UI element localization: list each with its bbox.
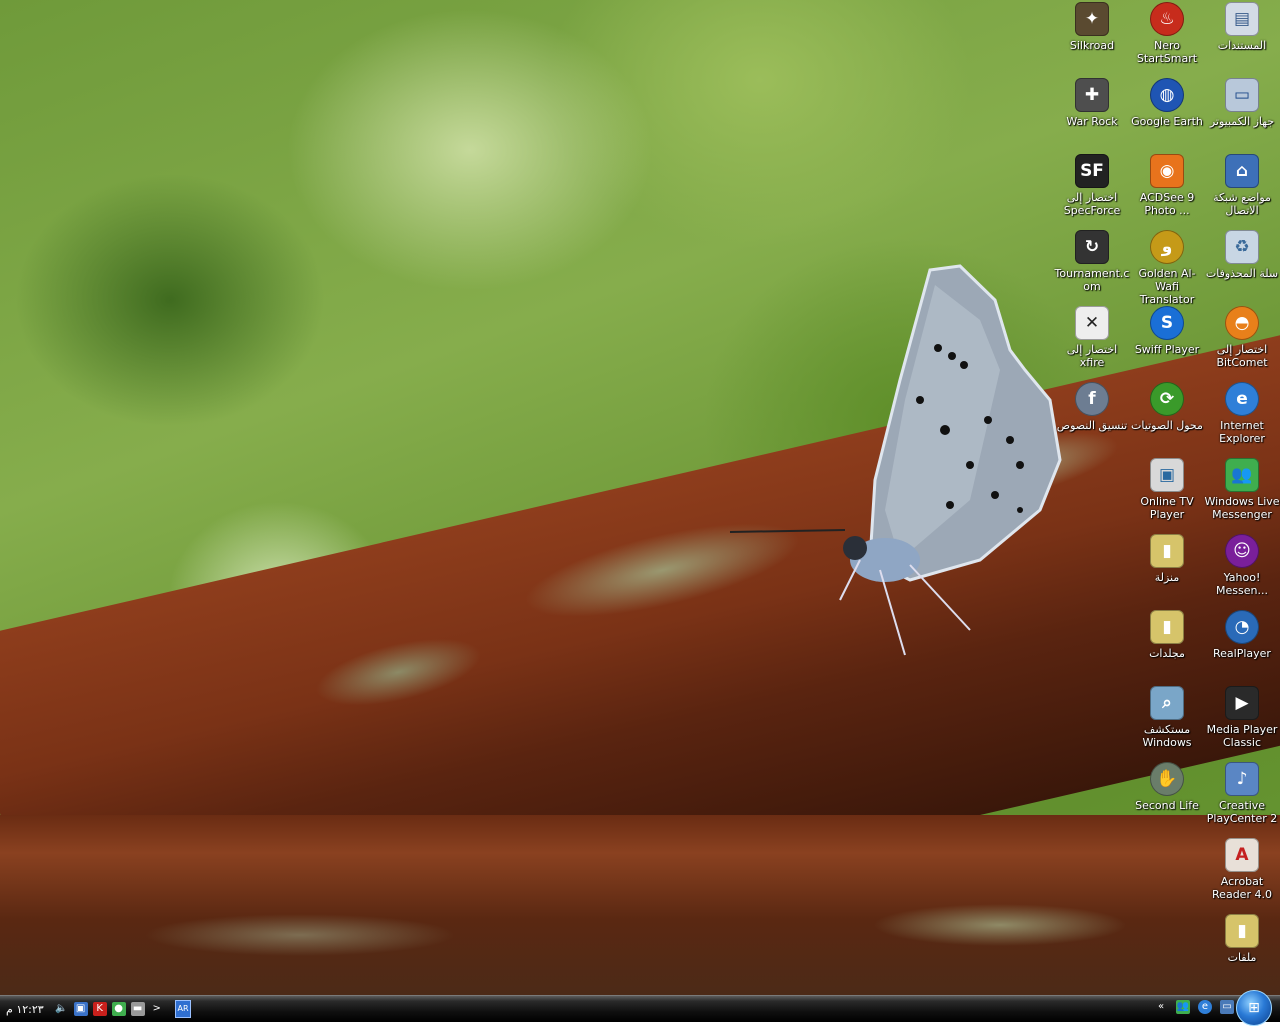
desktop-icon-internet-explorer[interactable]: e Internet Explorer: [1204, 382, 1280, 445]
desktop-icon-network[interactable]: ⌂ مواضع شبكة الاتصال: [1204, 154, 1280, 217]
desktop-icon-media-player-classic[interactable]: ▶ Media Player Classic: [1204, 686, 1280, 749]
computer-icon: ▭: [1225, 78, 1259, 112]
desktop-icon-acdsee[interactable]: ◉ ACDSee 9 Photo ...: [1129, 154, 1205, 217]
desktop-icon-acrobat-reader[interactable]: A Acrobat Reader 4.0: [1204, 838, 1280, 901]
folder-icon: ▮: [1150, 534, 1184, 568]
desktop-icon-windows-live-messenger[interactable]: 👥 Windows Live Messenger: [1204, 458, 1280, 521]
film-icon: ▶: [1225, 686, 1259, 720]
butterfly-image: [729, 264, 1062, 656]
creative-player-icon: ♪: [1225, 762, 1259, 796]
folder-icon: ▮: [1150, 610, 1184, 644]
recycle-bin-icon: ♻: [1225, 230, 1259, 264]
speaker-icon[interactable]: 🔈: [55, 1002, 69, 1016]
desktop-icon-files[interactable]: ▮ ملفات: [1204, 914, 1280, 964]
camera-icon: ◉: [1150, 154, 1184, 188]
desktop-icon-swiff[interactable]: S Swiff Player: [1129, 306, 1205, 356]
desktop-icon-bitcomet[interactable]: ◓ اختصار إلى BitComet: [1204, 306, 1280, 369]
desktop-icon-silkroad[interactable]: ✦ Silkroad: [1054, 2, 1130, 52]
flash-icon: f: [1075, 382, 1109, 416]
desktop-icon-tournament[interactable]: ↻ Tournament.com: [1054, 230, 1130, 293]
desktop-icon-audio-converter[interactable]: ⟳ محول الصوتيات: [1129, 382, 1205, 432]
quick-launch: « 👥 e ▭: [1154, 1000, 1234, 1014]
desktop-icon-folders[interactable]: ▮ مجلدات: [1129, 610, 1205, 660]
documents-icon: ▤: [1225, 2, 1259, 36]
desktop-icon-my-computer[interactable]: ▭ جهاز الكمبيوتر: [1204, 78, 1280, 128]
realplayer-icon: ◔: [1225, 610, 1259, 644]
desktop-icon-manzila[interactable]: ▮ منزلة: [1129, 534, 1205, 584]
desktop-icon-specforce[interactable]: SF اختصار إلى SpecForce: [1054, 154, 1130, 217]
network-connection-icon[interactable]: ▣: [73, 1002, 88, 1016]
desktop-icon-creative-playcenter[interactable]: ♪ Creative PlayCenter 2: [1204, 762, 1280, 825]
xfire-icon: ✕: [1075, 306, 1109, 340]
desktop-icon-windows-explorer[interactable]: ⌕ مستكشف Windows: [1129, 686, 1205, 749]
clock[interactable]: ١٢:٢٣ م: [6, 1003, 44, 1016]
quick-launch-chevron-icon[interactable]: «: [1154, 1000, 1168, 1014]
recycle-arrows-icon: ⟳: [1150, 382, 1184, 416]
network-icon: ⌂: [1225, 154, 1259, 188]
messenger-quicklaunch-icon[interactable]: 👥: [1176, 1000, 1190, 1014]
safely-remove-hardware-icon[interactable]: ▬: [130, 1002, 145, 1016]
desktop-icon-second-life[interactable]: ✋ Second Life: [1129, 762, 1205, 812]
bitcomet-icon: ◓: [1225, 306, 1259, 340]
swiff-icon: S: [1150, 306, 1184, 340]
golden-wafi-icon: و: [1150, 230, 1184, 264]
desktop-icon-recycle-bin[interactable]: ♻ سلة المحذوفات: [1204, 230, 1280, 280]
desktop-icon-tansiq[interactable]: f تنسيق النصوص: [1054, 382, 1130, 432]
language-bar[interactable]: AR: [175, 1000, 191, 1018]
taskbar: ١٢:٢٣ م 🔈 ▣ K ● ▬ > AR « 👥 e ▭ ⊞: [0, 990, 1280, 1026]
nero-icon: ♨: [1150, 2, 1184, 36]
windows-logo-icon: ⊞: [1248, 1000, 1260, 1016]
specforce-icon: SF: [1075, 154, 1109, 188]
messenger-buddies-icon: 👥: [1225, 458, 1259, 492]
explorer-icon: ⌕: [1150, 686, 1184, 720]
rusty-rail-bottom: [0, 815, 1280, 995]
internet-explorer-quicklaunch-icon[interactable]: e: [1198, 1000, 1212, 1014]
folder-icon: ▮: [1225, 914, 1259, 948]
desktop-icon-documents[interactable]: ▤ المستندات: [1204, 2, 1280, 52]
tray-expand-icon[interactable]: >: [150, 1002, 164, 1016]
desktop-icon-realplayer[interactable]: ◔ RealPlayer: [1204, 610, 1280, 660]
google-earth-icon: ◍: [1150, 78, 1184, 112]
show-desktop-icon[interactable]: ▭: [1220, 1000, 1234, 1014]
internet-explorer-icon: e: [1225, 382, 1259, 416]
second-life-hand-icon: ✋: [1150, 762, 1184, 796]
yahoo-smiley-icon: ☺: [1225, 534, 1259, 568]
desktop-icon-yahoo-messenger[interactable]: ☺ Yahoo! Messen...: [1204, 534, 1280, 597]
messenger-status-icon[interactable]: ●: [111, 1002, 126, 1016]
tv-icon: ▣: [1150, 458, 1184, 492]
system-tray: ١٢:٢٣ م 🔈 ▣ K ● ▬ >: [6, 1000, 164, 1018]
desktop-icon-xfire[interactable]: ✕ اختصار إلى xfire: [1054, 306, 1130, 369]
desktop-icon-google-earth[interactable]: ◍ Google Earth: [1129, 78, 1205, 128]
war-rock-icon: ✚: [1075, 78, 1109, 112]
desktop-icon-war-rock[interactable]: ✚ War Rock: [1054, 78, 1130, 128]
antivirus-icon[interactable]: K: [92, 1002, 107, 1016]
desktop-icon-nero[interactable]: ♨ Nero StartSmart: [1129, 2, 1205, 65]
desktop-icon-online-tv[interactable]: ▣ Online TV Player: [1129, 458, 1205, 521]
silkroad-icon: ✦: [1075, 2, 1109, 36]
desktop-icon-golden-wafi[interactable]: و Golden Al-Wafi Translator: [1129, 230, 1205, 306]
acrobat-icon: A: [1225, 838, 1259, 872]
tournament-icon: ↻: [1075, 230, 1109, 264]
desktop-wallpaper: ✦ Silkroad ✚ War Rock SF اختصار إلى Spec…: [0, 0, 1280, 995]
